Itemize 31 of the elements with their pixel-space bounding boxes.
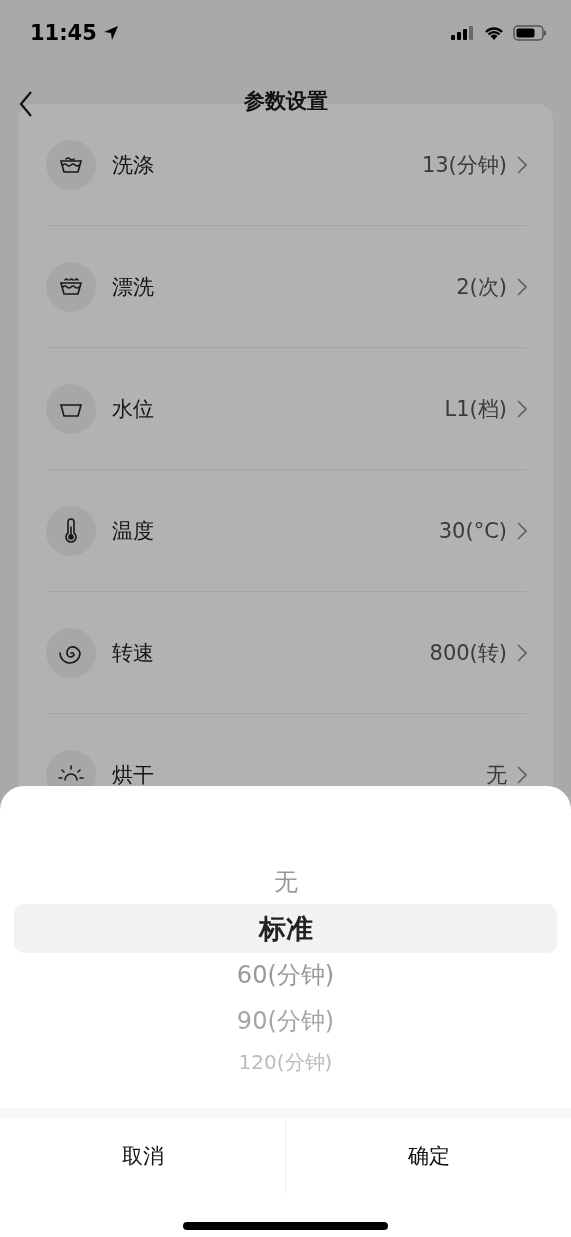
- chevron-icon: [517, 643, 527, 662]
- chevron-icon: [517, 399, 527, 418]
- setting-value: 13(分钟): [421, 151, 507, 179]
- setting-row[interactable]: 水位 L1(档): [46, 348, 527, 470]
- setting-value: 无: [486, 762, 507, 789]
- setting-value: 30(°C): [438, 518, 507, 543]
- chevron-icon: [517, 155, 527, 174]
- wifi-icon: [483, 25, 505, 41]
- setting-label: 水位: [112, 395, 155, 423]
- status-time: 11:45: [30, 21, 97, 45]
- thermometer-icon: [63, 517, 79, 544]
- setting-label: 转速: [112, 639, 155, 667]
- setting-label: 温度: [112, 517, 155, 545]
- battery-icon: [513, 25, 547, 41]
- setting-value: 2(次): [456, 273, 507, 301]
- signal-icon: [451, 26, 475, 40]
- setting-row[interactable]: 温度 30(°C): [46, 470, 527, 592]
- chevron-icon: [517, 521, 527, 540]
- rinse-basin-icon: [59, 277, 83, 296]
- setting-row[interactable]: 转速 800(转): [46, 592, 527, 714]
- location-arrow-icon: [102, 25, 119, 41]
- chevron-icon: [517, 277, 527, 296]
- setting-label: 烘干: [112, 762, 155, 789]
- setting-label: 洗涤: [112, 151, 155, 179]
- setting-row[interactable]: 漂洗 2(次): [46, 226, 527, 348]
- setting-label: 漂洗: [112, 273, 155, 301]
- picker-option[interactable]: 标准: [14, 904, 557, 954]
- setting-value: 800(转): [429, 639, 507, 667]
- wash-basin-icon: [59, 155, 83, 174]
- chevron-icon: [517, 766, 527, 784]
- setting-value: L1(档): [444, 395, 507, 423]
